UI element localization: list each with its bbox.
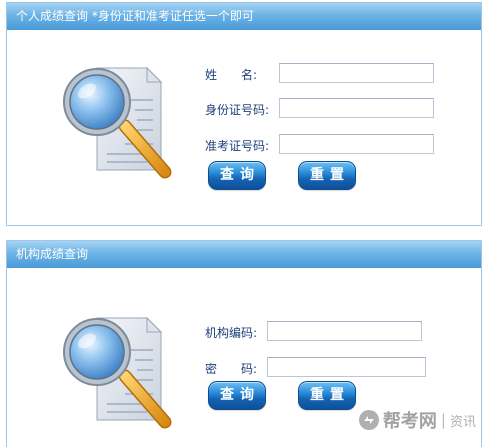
exam-row: 准考证号码:: [205, 134, 445, 156]
magnifier-document-icon: [63, 66, 172, 179]
exam-number-input[interactable]: [279, 134, 434, 154]
personal-reset-button[interactable]: 重置: [298, 161, 356, 190]
personal-query-button[interactable]: 查询: [208, 161, 266, 190]
password-input[interactable]: [267, 357, 426, 377]
org-code-row: 机构编码:: [205, 321, 445, 343]
org-query-button[interactable]: 查询: [208, 381, 266, 410]
personal-panel-body: 姓 名: 身份证号码: 准考证号码: 查询 重置: [7, 30, 481, 225]
watermark-logo-icon: [358, 410, 379, 430]
password-label: 密 码:: [205, 362, 258, 376]
password-row: 密 码:: [205, 357, 445, 379]
id-number-input[interactable]: [279, 98, 434, 118]
score-query-page: 个人成绩查询 *身份证和准考证任选一个即可 姓 名: 身份证号码: 准考证号码:…: [0, 0, 484, 447]
org-reset-button[interactable]: 重置: [298, 381, 356, 410]
watermark-separator: |: [440, 411, 446, 429]
org-code-input[interactable]: [267, 321, 422, 341]
exam-number-label: 准考证号码:: [205, 139, 270, 153]
watermark: 帮考网 | 资讯: [358, 407, 476, 433]
org-panel-title: 机构成绩查询: [7, 241, 481, 268]
name-row: 姓 名:: [205, 63, 445, 85]
watermark-brand: 帮考网: [382, 411, 437, 432]
name-label: 姓 名:: [205, 68, 258, 82]
magnifier-document-icon: [63, 316, 172, 429]
personal-score-panel: 个人成绩查询 *身份证和准考证任选一个即可 姓 名: 身份证号码: 准考证号码:…: [6, 2, 482, 226]
name-input[interactable]: [279, 63, 434, 83]
org-code-label: 机构编码:: [205, 326, 258, 340]
id-row: 身份证号码:: [205, 98, 445, 120]
personal-panel-title: 个人成绩查询 *身份证和准考证任选一个即可: [7, 3, 481, 30]
watermark-sub: 资讯: [449, 414, 476, 430]
id-number-label: 身份证号码:: [205, 103, 270, 117]
